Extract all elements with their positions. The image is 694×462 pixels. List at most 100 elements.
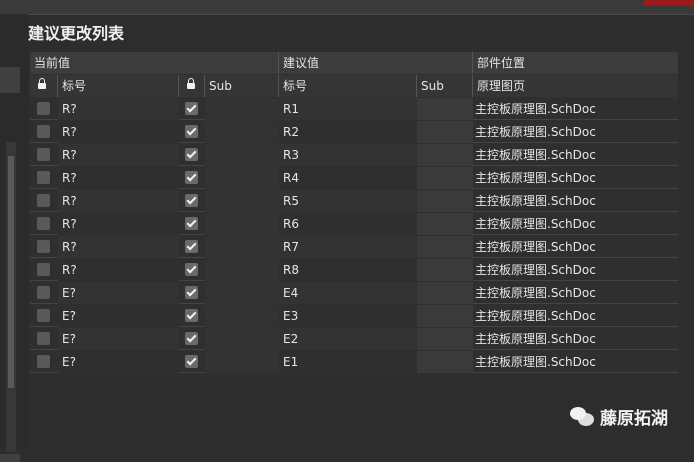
suggested-sub-cell[interactable]	[417, 213, 473, 235]
lock-cell[interactable]	[30, 259, 58, 281]
table-row[interactable]: R? R6 主控板原理图.SchDoc	[30, 213, 678, 235]
include-cell[interactable]	[179, 305, 205, 327]
lock-checkbox[interactable]	[37, 355, 50, 368]
lock-checkbox[interactable]	[37, 286, 50, 299]
include-checkbox[interactable]	[185, 355, 198, 368]
suggested-designator-cell[interactable]: R4	[279, 167, 417, 189]
lock-cell[interactable]	[30, 282, 58, 304]
suggested-sub-cell[interactable]	[417, 121, 473, 143]
lock-checkbox[interactable]	[37, 102, 50, 115]
lock-cell[interactable]	[30, 121, 58, 143]
table-row[interactable]: E? E3 主控板原理图.SchDoc	[30, 305, 678, 327]
header-current-sub[interactable]: Sub	[205, 75, 279, 97]
lock-checkbox[interactable]	[37, 194, 50, 207]
header-current-designator[interactable]: 标号	[58, 75, 179, 97]
lock-checkbox[interactable]	[37, 171, 50, 184]
lock-cell[interactable]	[30, 328, 58, 350]
table-row[interactable]: R? R4 主控板原理图.SchDoc	[30, 167, 678, 189]
suggested-designator-cell[interactable]: R2	[279, 121, 417, 143]
lock-cell[interactable]	[30, 305, 58, 327]
include-cell[interactable]	[179, 328, 205, 350]
suggested-sub-cell[interactable]	[417, 328, 473, 350]
header-suggested-sub[interactable]: Sub	[417, 75, 473, 97]
suggested-sub-cell[interactable]	[417, 167, 473, 189]
include-cell[interactable]	[179, 282, 205, 304]
lock-cell[interactable]	[30, 190, 58, 212]
lock-column-header[interactable]	[30, 75, 58, 97]
table-row[interactable]: R? R2 主控板原理图.SchDoc	[30, 121, 678, 143]
sheet-cell: 主控板原理图.SchDoc	[475, 263, 596, 277]
sheet-cell: 主控板原理图.SchDoc	[475, 309, 596, 323]
include-cell[interactable]	[179, 167, 205, 189]
suggested-designator-cell[interactable]: E2	[279, 328, 417, 350]
include-cell[interactable]	[179, 213, 205, 235]
lock-checkbox[interactable]	[37, 148, 50, 161]
include-checkbox[interactable]	[185, 125, 198, 138]
include-checkbox[interactable]	[185, 240, 198, 253]
suggested-designator-cell[interactable]: E3	[279, 305, 417, 327]
suggested-sub-cell[interactable]	[417, 305, 473, 327]
lock-checkbox[interactable]	[37, 332, 50, 345]
suggested-sub-cell[interactable]	[417, 351, 473, 373]
left-panel-bottom-tab[interactable]	[0, 454, 20, 462]
lock-icon	[187, 78, 195, 89]
lock-cell[interactable]	[30, 213, 58, 235]
suggested-sub-cell[interactable]	[417, 144, 473, 166]
include-cell[interactable]	[179, 121, 205, 143]
lock-cell[interactable]	[30, 236, 58, 258]
include-checkbox[interactable]	[185, 263, 198, 276]
lock-checkbox[interactable]	[37, 240, 50, 253]
suggested-sub-cell[interactable]	[417, 98, 473, 120]
header-sheet[interactable]: 原理图页	[473, 75, 678, 97]
table-row[interactable]: R? R1 主控板原理图.SchDoc	[30, 98, 678, 120]
lock-cell[interactable]	[30, 98, 58, 120]
include-cell[interactable]	[179, 351, 205, 373]
lock-checkbox[interactable]	[37, 263, 50, 276]
include-checkbox[interactable]	[185, 332, 198, 345]
lock-cell[interactable]	[30, 167, 58, 189]
suggested-designator-cell[interactable]: R7	[279, 236, 417, 258]
include-checkbox[interactable]	[185, 286, 198, 299]
suggested-designator-cell[interactable]: R8	[279, 259, 417, 281]
suggested-designator-cell[interactable]: E1	[279, 351, 417, 373]
suggested-sub-cell[interactable]	[417, 282, 473, 304]
table-row[interactable]: E? E1 主控板原理图.SchDoc	[30, 351, 678, 373]
suggested-sub-cell[interactable]	[417, 259, 473, 281]
suggested-designator-cell[interactable]: R5	[279, 190, 417, 212]
table-row[interactable]: R? R8 主控板原理图.SchDoc	[30, 259, 678, 281]
current-designator-cell: R?	[58, 167, 179, 189]
header-suggested-designator[interactable]: 标号	[279, 75, 417, 97]
suggested-sub-cell[interactable]	[417, 190, 473, 212]
include-checkbox[interactable]	[185, 194, 198, 207]
include-checkbox[interactable]	[185, 171, 198, 184]
suggested-designator-cell[interactable]: R3	[279, 144, 417, 166]
include-cell[interactable]	[179, 144, 205, 166]
lock-checkbox[interactable]	[37, 309, 50, 322]
include-checkbox[interactable]	[185, 102, 198, 115]
table-row[interactable]: E? E2 主控板原理图.SchDoc	[30, 328, 678, 350]
lock-cell[interactable]	[30, 144, 58, 166]
table-row[interactable]: E? E4 主控板原理图.SchDoc	[30, 282, 678, 304]
lock-cell[interactable]	[30, 351, 58, 373]
include-checkbox[interactable]	[185, 309, 198, 322]
include-checkbox[interactable]	[185, 148, 198, 161]
suggested-designator-cell[interactable]: R6	[279, 213, 417, 235]
include-cell[interactable]	[179, 259, 205, 281]
lock-checkbox[interactable]	[37, 125, 50, 138]
suggested-sub-cell[interactable]	[417, 236, 473, 258]
left-scrollbar-thumb[interactable]	[8, 156, 14, 388]
lock-column-header-2[interactable]	[179, 75, 205, 97]
include-cell[interactable]	[179, 236, 205, 258]
include-cell[interactable]	[179, 190, 205, 212]
table-row[interactable]: R? R3 主控板原理图.SchDoc	[30, 144, 678, 166]
include-checkbox[interactable]	[185, 217, 198, 230]
table-row[interactable]: R? R7 主控板原理图.SchDoc	[30, 236, 678, 258]
left-panel-tab[interactable]	[0, 67, 20, 93]
close-button[interactable]	[644, 0, 694, 6]
lock-checkbox[interactable]	[37, 217, 50, 230]
include-cell[interactable]	[179, 98, 205, 120]
table-row[interactable]: R? R5 主控板原理图.SchDoc	[30, 190, 678, 212]
sheet-cell: 主控板原理图.SchDoc	[475, 355, 596, 369]
suggested-designator-cell[interactable]: R1	[279, 98, 417, 120]
suggested-designator-cell[interactable]: E4	[279, 282, 417, 304]
